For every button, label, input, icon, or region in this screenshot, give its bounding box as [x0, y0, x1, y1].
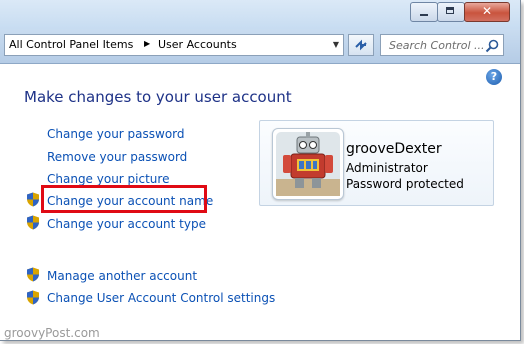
minimize-button[interactable] [410, 2, 438, 22]
breadcrumb-separator-icon[interactable]: ▶ [144, 39, 150, 48]
close-button[interactable]: ✕ [464, 2, 510, 22]
help-icon[interactable]: ? [486, 69, 502, 85]
change-uac-settings-link[interactable]: Change User Account Control settings [47, 291, 275, 305]
change-picture-link[interactable]: Change your picture [47, 172, 169, 186]
change-password-link[interactable]: Change your password [47, 127, 185, 141]
uac-shield-icon [27, 192, 39, 207]
account-card: grooveDexter Administrator Password prot… [259, 120, 494, 206]
refresh-button[interactable] [348, 34, 374, 56]
control-panel-window: ✕ All Control Panel Items ▶ User Account… [0, 0, 521, 341]
navigation-bar: All Control Panel Items ▶ User Accounts … [0, 29, 520, 64]
breadcrumb-user-accounts[interactable]: User Accounts [158, 38, 237, 51]
minimize-icon [420, 14, 428, 16]
account-type: Administrator [346, 161, 428, 175]
content-pane: ? Make changes to your user account Chan… [0, 64, 520, 340]
search-input[interactable]: Search Control ... [380, 34, 504, 56]
close-icon: ✕ [481, 4, 493, 18]
maximize-button[interactable] [437, 2, 465, 22]
change-account-type-link[interactable]: Change your account type [47, 217, 206, 231]
maximize-icon [446, 7, 454, 14]
page-title: Make changes to your user account [24, 88, 292, 106]
account-password-status: Password protected [346, 177, 464, 191]
address-bar[interactable]: All Control Panel Items ▶ User Accounts … [4, 34, 344, 56]
account-name: grooveDexter [346, 141, 442, 157]
search-icon[interactable] [485, 38, 499, 53]
address-dropdown-icon[interactable]: ▼ [333, 40, 339, 49]
caption-buttons: ✕ [410, 2, 510, 22]
uac-shield-icon [27, 215, 39, 230]
robot-avatar-icon [276, 132, 340, 196]
uac-shield-icon [27, 290, 39, 305]
search-placeholder: Search Control ... [389, 39, 485, 52]
manage-another-account-link[interactable]: Manage another account [47, 269, 197, 283]
remove-password-link[interactable]: Remove your password [47, 150, 187, 164]
highlight-box [41, 185, 207, 213]
breadcrumb-all-control-panel-items[interactable]: All Control Panel Items [9, 38, 133, 51]
uac-shield-icon [27, 267, 39, 282]
title-bar[interactable]: ✕ [0, 0, 520, 29]
avatar[interactable] [272, 128, 344, 200]
refresh-icon [355, 39, 367, 51]
watermark: groovyPost.com [4, 326, 100, 340]
